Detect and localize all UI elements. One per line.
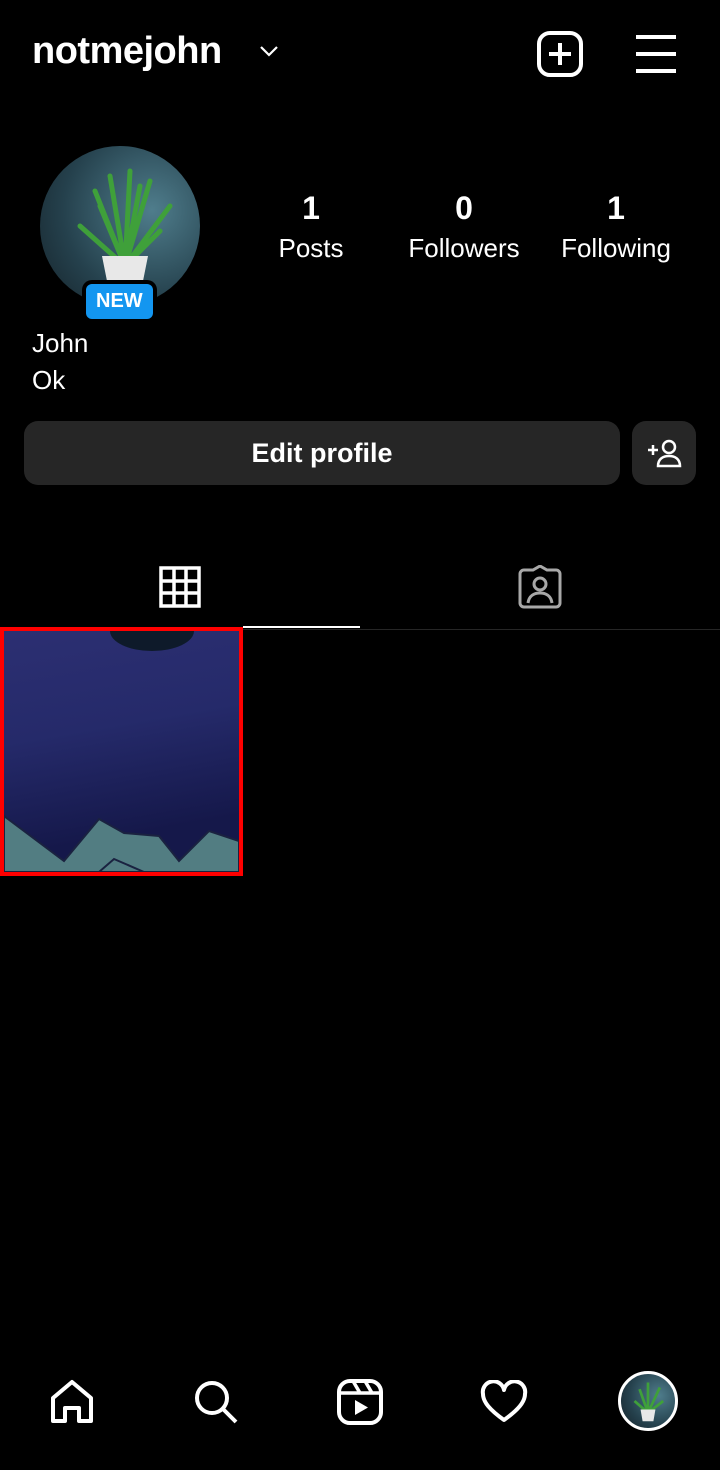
post-thumbnail[interactable]	[0, 627, 243, 876]
nav-home[interactable]	[40, 1370, 104, 1434]
add-user-icon	[648, 439, 682, 468]
stat-posts[interactable]: 1 Posts	[236, 190, 386, 264]
grid-icon	[159, 566, 201, 608]
nav-reels[interactable]	[328, 1370, 392, 1434]
new-badge: NEW	[82, 280, 157, 323]
nav-profile-avatar[interactable]	[618, 1371, 678, 1431]
tab-tagged[interactable]	[360, 545, 720, 629]
profile-bio: Ok	[32, 365, 66, 395]
nav-activity[interactable]	[472, 1370, 536, 1434]
stat-following[interactable]: 1 Following	[541, 190, 691, 264]
discover-people-button[interactable]	[632, 421, 696, 485]
reels-icon	[337, 1379, 383, 1425]
active-tab-indicator	[243, 626, 360, 628]
search-icon	[195, 1381, 238, 1424]
nav-search[interactable]	[184, 1370, 248, 1434]
post-image	[4, 631, 239, 872]
tagged-icon	[518, 565, 562, 609]
menu-icon[interactable]	[634, 34, 678, 74]
edit-profile-button[interactable]: Edit profile	[24, 421, 620, 485]
stat-followers[interactable]: 0 Followers	[389, 190, 539, 264]
chevron-down-icon[interactable]	[258, 40, 280, 62]
username-switcher[interactable]: notmejohn	[32, 30, 222, 73]
tab-posts-grid[interactable]	[0, 545, 360, 629]
plant-photo-small	[633, 1382, 665, 1422]
new-post-icon[interactable]	[536, 30, 584, 78]
profile-name: John	[32, 328, 89, 358]
home-icon	[51, 1380, 93, 1423]
heart-icon	[480, 1380, 528, 1422]
